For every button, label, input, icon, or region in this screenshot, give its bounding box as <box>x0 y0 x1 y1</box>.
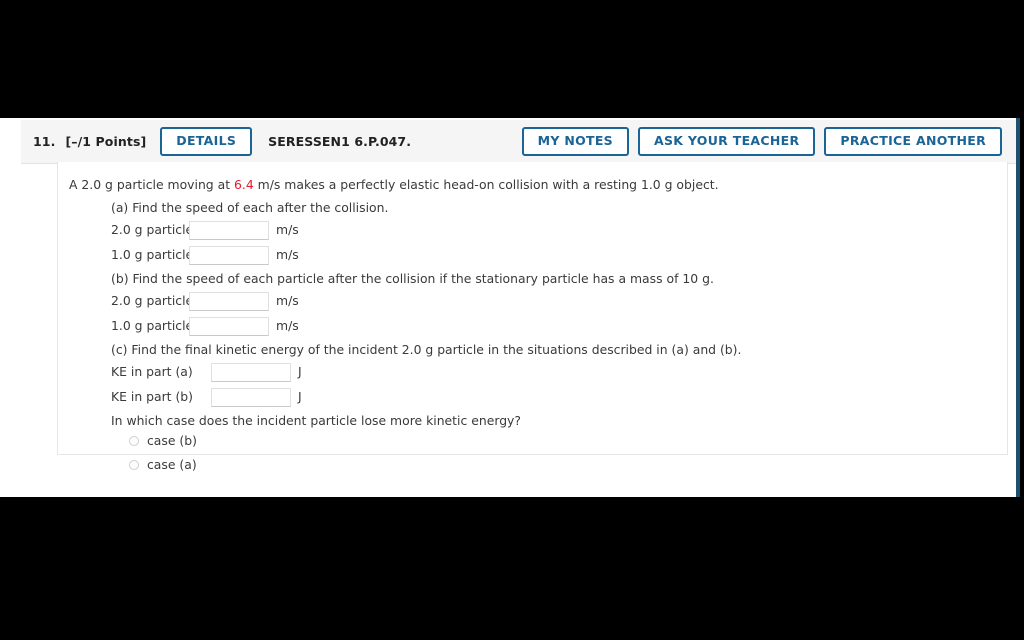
choice-group: case (b) case (a) <box>69 432 1007 474</box>
answer-input[interactable] <box>189 291 269 311</box>
my-notes-button[interactable]: MY NOTES <box>521 126 629 157</box>
part-b-answer-group: 2.0 g particle m/s 1.0 g particle m/s <box>69 291 1007 337</box>
part-b-label: (b) Find the speed of each particle afte… <box>111 270 714 286</box>
answer-input[interactable] <box>189 316 269 336</box>
answer-row: 2.0 g particle m/s <box>111 220 1007 241</box>
answer-label: 1.0 g particle <box>111 318 194 334</box>
radio-button-icon[interactable] <box>129 435 139 446</box>
stem-text-after: m/s makes a perfectly elastic head-on co… <box>253 177 719 192</box>
answer-unit: m/s <box>276 222 299 238</box>
choice-row[interactable]: case (a) <box>129 456 1007 474</box>
answer-input[interactable] <box>211 362 291 382</box>
radio-button-icon[interactable] <box>129 459 139 470</box>
question-content: A 2.0 g particle moving at 6.4 m/s makes… <box>58 162 1007 474</box>
question-code: SERESSEN1 6.P.047. <box>268 134 412 149</box>
practice-another-button[interactable]: PRACTICE ANOTHER <box>824 126 1002 157</box>
part-a-label: (a) Find the speed of each after the col… <box>111 199 389 215</box>
answer-unit: m/s <box>276 318 299 334</box>
answer-label: KE in part (a) <box>111 364 193 380</box>
choice-row[interactable]: case (b) <box>129 432 1007 450</box>
details-button[interactable]: DETAILS <box>160 126 253 157</box>
answer-row: KE in part (b) J <box>111 387 1007 408</box>
question-number: 11. <box>33 134 56 149</box>
part-c-answer-group: KE in part (a) J KE in part (b) J <box>69 362 1007 408</box>
answer-unit: m/s <box>276 293 299 309</box>
part-a-answer-group: 2.0 g particle m/s 1.0 g particle m/s <box>69 220 1007 266</box>
question-stem: A 2.0 g particle moving at 6.4 m/s makes… <box>69 176 1007 194</box>
answer-row: 1.0 g particle m/s <box>111 316 1007 337</box>
stem-text-before: A 2.0 g particle moving at <box>69 177 235 192</box>
answer-label: 2.0 g particle <box>111 293 194 309</box>
answer-row: 1.0 g particle m/s <box>111 245 1007 266</box>
question-header-bar: 11. [–/1 Points] DETAILS SERESSEN1 6.P.0… <box>21 120 1016 164</box>
answer-label: 1.0 g particle <box>111 247 194 263</box>
answer-unit: J <box>298 364 302 380</box>
answer-row: KE in part (a) J <box>111 362 1007 383</box>
header-actions: MY NOTES ASK YOUR TEACHER PRACTICE ANOTH… <box>521 126 1002 157</box>
choice-label[interactable]: case (a) <box>147 456 197 474</box>
answer-unit: J <box>298 389 302 405</box>
answer-input[interactable] <box>189 245 269 265</box>
answer-input[interactable] <box>211 387 291 407</box>
stem-highlight-value: 6.4 <box>234 177 254 192</box>
choice-label[interactable]: case (b) <box>147 432 197 450</box>
window-edge <box>1020 118 1024 497</box>
answer-label: 2.0 g particle <box>111 222 194 238</box>
part-c-label: (c) Find the final kinetic energy of the… <box>111 341 742 357</box>
question-body: A 2.0 g particle moving at 6.4 m/s makes… <box>57 162 1008 472</box>
answer-label: KE in part (b) <box>111 389 194 405</box>
question-points: [–/1 Points] <box>65 134 147 149</box>
answer-input[interactable] <box>189 220 269 240</box>
answer-row: 2.0 g particle m/s <box>111 291 1007 312</box>
ask-your-teacher-button[interactable]: ASK YOUR TEACHER <box>637 126 816 157</box>
answer-unit: m/s <box>276 247 299 263</box>
browser-viewport: 11. [–/1 Points] DETAILS SERESSEN1 6.P.0… <box>0 118 1024 497</box>
final-question-label: In which case does the incident particle… <box>111 412 521 428</box>
